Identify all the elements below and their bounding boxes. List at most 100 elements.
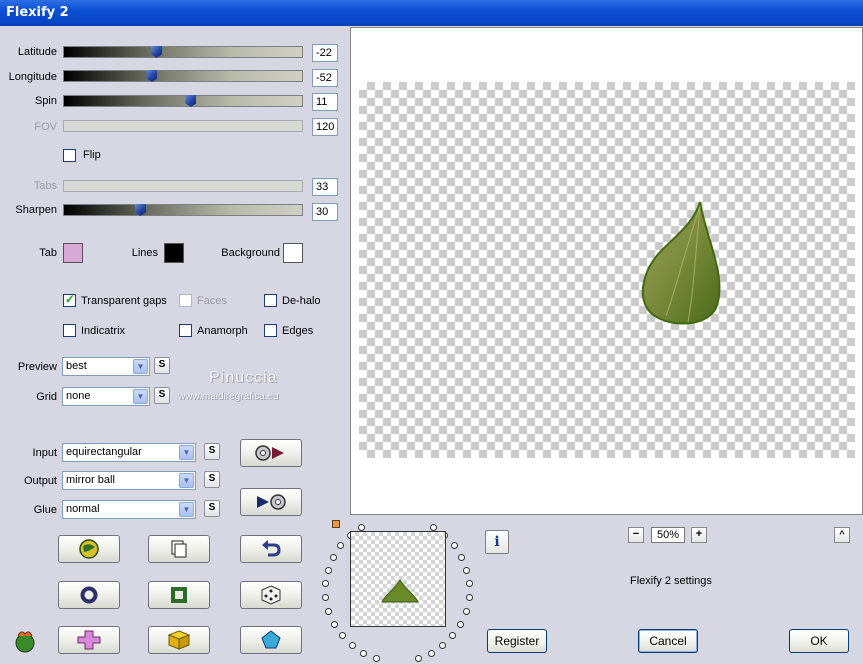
input-label: Input — [32, 447, 57, 459]
orbit-dot[interactable] — [338, 632, 346, 640]
transparency-checkerboard — [359, 82, 855, 458]
input-select[interactable]: equirectangular ▼ — [62, 443, 196, 462]
orbit-dot[interactable] — [457, 620, 465, 628]
sharpen-slider[interactable] — [63, 204, 303, 216]
orbit-dot[interactable] — [330, 620, 338, 628]
anamorph-checkbox[interactable] — [179, 324, 192, 337]
edges-checkbox[interactable] — [264, 324, 277, 337]
orbit-dot[interactable] — [414, 654, 422, 662]
cube-button[interactable] — [148, 626, 210, 654]
ring-icon — [80, 586, 98, 604]
square-frame-icon — [171, 587, 187, 603]
preview-s-button[interactable]: S — [154, 357, 170, 374]
chevron-down-icon: ▼ — [179, 473, 194, 488]
undo-button[interactable] — [240, 535, 302, 563]
orbit-dot[interactable] — [430, 523, 437, 531]
latitude-value[interactable]: -22 — [312, 44, 338, 62]
input-s-button[interactable]: S — [204, 443, 220, 460]
glue-select-value: normal — [66, 503, 100, 515]
glue-label: Glue — [33, 504, 57, 516]
background-color-swatch[interactable] — [283, 243, 303, 263]
zoom-in-button[interactable]: + — [691, 527, 707, 543]
disc-to-play-icon — [255, 445, 284, 461]
longitude-slider[interactable] — [63, 70, 303, 82]
orbit-dot[interactable] — [458, 553, 466, 561]
orbit-dot[interactable] — [324, 566, 332, 574]
chevron-down-icon: ▼ — [179, 445, 194, 460]
cross-icon — [77, 630, 101, 650]
zoom-out-button[interactable]: − — [628, 527, 644, 543]
longitude-label: Longitude — [8, 71, 57, 83]
orbit-dot[interactable] — [463, 566, 471, 574]
sphere-to-flat-button[interactable] — [240, 488, 302, 516]
flexify-window: Flexify 2 Latitude -22 Longitude -52 Spi… — [0, 0, 863, 664]
grid-s-button[interactable]: S — [154, 387, 170, 404]
register-button[interactable]: Register — [487, 629, 547, 653]
transparent-gaps-checkbox[interactable]: ✓ — [63, 292, 76, 307]
ring-button[interactable] — [58, 581, 120, 609]
longitude-value[interactable]: -52 — [312, 69, 338, 87]
orbit-dot[interactable] — [322, 580, 330, 588]
longitude-slider-thumb[interactable] — [146, 70, 158, 82]
plugin-logo-icon — [12, 628, 38, 657]
orbit-dot[interactable] — [337, 541, 345, 549]
preview-select[interactable]: best ▼ — [62, 357, 150, 376]
spin-slider-thumb[interactable] — [185, 95, 197, 107]
orbit-dot[interactable] — [439, 642, 447, 650]
spin-slider[interactable] — [63, 95, 303, 107]
frame-button[interactable] — [148, 581, 210, 609]
output-s-button[interactable]: S — [204, 471, 220, 488]
orbit-dot[interactable] — [322, 594, 330, 602]
spin-label: Spin — [34, 95, 57, 107]
lines-color-swatch[interactable] — [164, 243, 184, 263]
cross-button[interactable] — [58, 626, 120, 654]
orbit-dot[interactable] — [449, 632, 457, 640]
faces-label: Faces — [197, 295, 227, 307]
checkmark-icon: ✓ — [65, 292, 76, 306]
ok-button[interactable]: OK — [789, 629, 849, 653]
output-select[interactable]: mirror ball ▼ — [62, 471, 196, 490]
orbit-handle[interactable] — [332, 520, 340, 528]
sharpen-slider-thumb[interactable] — [134, 204, 146, 216]
glue-s-button[interactable]: S — [204, 500, 220, 517]
flip-checkbox[interactable] — [63, 149, 76, 162]
grid-select[interactable]: none ▼ — [62, 387, 150, 406]
orbit-dot[interactable] — [348, 642, 356, 650]
tab-color-swatch[interactable] — [63, 243, 83, 263]
orbit-dot[interactable] — [465, 594, 473, 602]
info-button[interactable]: i — [485, 530, 509, 554]
tab-color-label: Tab — [39, 247, 57, 259]
grid-label: Grid — [36, 391, 57, 403]
cancel-button[interactable]: Cancel — [638, 629, 698, 653]
tabs-value: 33 — [312, 178, 338, 196]
window-title: Flexify 2 — [6, 5, 69, 20]
randomize-globe-button[interactable] — [58, 535, 120, 563]
de-halo-checkbox[interactable] — [264, 294, 277, 307]
input-select-value: equirectangular — [66, 446, 142, 458]
spin-value[interactable]: 11 — [312, 93, 338, 111]
lines-color-label: Lines — [131, 247, 158, 259]
latitude-slider-thumb[interactable] — [151, 46, 163, 58]
orbit-dot[interactable] — [358, 523, 365, 531]
pentagon-button[interactable] — [240, 626, 302, 654]
copy-button[interactable] — [148, 535, 210, 563]
sharpen-value[interactable]: 30 — [312, 203, 338, 221]
orbit-dot[interactable] — [462, 607, 470, 615]
settings-name: Flexify 2 settings — [630, 575, 712, 587]
orbit-dot[interactable] — [325, 607, 333, 615]
orbit-dot[interactable] — [427, 649, 435, 657]
random-button[interactable] — [240, 581, 302, 609]
orbit-dot[interactable] — [329, 553, 337, 561]
latitude-label: Latitude — [17, 46, 57, 58]
latitude-slider[interactable] — [63, 46, 303, 58]
orbit-dot[interactable] — [450, 541, 458, 549]
orbit-dot[interactable] — [465, 580, 473, 588]
indicatrix-checkbox[interactable] — [63, 324, 76, 337]
glue-select[interactable]: normal ▼ — [62, 500, 196, 519]
orbit-dot[interactable] — [373, 654, 381, 662]
flat-to-sphere-button[interactable] — [240, 439, 302, 467]
scroll-up-button[interactable]: ^ — [834, 527, 850, 543]
grid-select-value: none — [66, 390, 91, 402]
edges-label: Edges — [282, 325, 314, 337]
orbit-dot[interactable] — [360, 649, 368, 657]
